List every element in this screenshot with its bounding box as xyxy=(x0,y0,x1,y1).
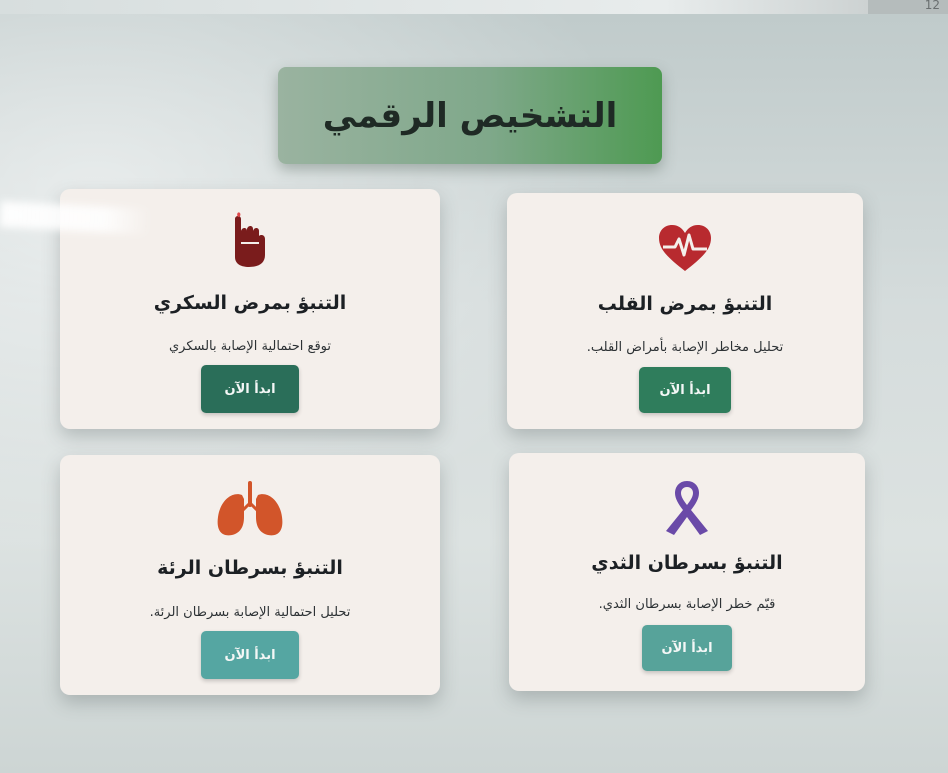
card-heart: التنبؤ بمرض القلب تحليل مخاطر الإصابة بأ… xyxy=(507,193,863,429)
card-breast-title: التنبؤ بسرطان الثدي xyxy=(591,552,783,574)
card-lung-title: التنبؤ بسرطان الرئة xyxy=(157,557,343,579)
lungs-icon xyxy=(214,481,286,543)
breast-start-button[interactable]: ابدأ الآن xyxy=(642,625,732,671)
card-diabetes-description: توقع احتمالية الإصابة بالسكري xyxy=(168,339,332,354)
page-title: التشخيص الرقمي xyxy=(322,95,618,136)
card-breast-description: قيّم خطر الإصابة بسرطان الثدي. xyxy=(598,597,776,612)
heart-pulse-icon xyxy=(657,223,713,277)
heart-start-button[interactable]: ابدأ الآن xyxy=(639,367,731,413)
card-heart-title: التنبؤ بمرض القلب xyxy=(597,293,773,315)
card-diabetes-title: التنبؤ بمرض السكري xyxy=(153,292,347,314)
card-breast: التنبؤ بسرطان الثدي قيّم خطر الإصابة بسر… xyxy=(509,453,865,691)
card-lung-description: تحليل احتمالية الإصابة بسرطان الرئة. xyxy=(149,605,351,620)
lung-start-button[interactable]: ابدأ الآن xyxy=(201,631,299,679)
diabetes-start-button[interactable]: ابدأ الآن xyxy=(201,365,299,413)
page-title-banner: التشخيص الرقمي xyxy=(278,67,662,164)
app-screen: 12 التشخيص الرقمي التنبؤ بمرض القلب تحلي… xyxy=(0,0,948,773)
card-heart-description: تحليل مخاطر الإصابة بأمراض القلب. xyxy=(586,340,784,355)
top-right-number: 12 xyxy=(924,0,940,12)
top-bar xyxy=(0,0,948,14)
awareness-ribbon-icon xyxy=(662,477,712,541)
finger-prick-icon xyxy=(227,211,273,273)
card-lung: التنبؤ بسرطان الرئة تحليل احتمالية الإصا… xyxy=(60,455,440,695)
